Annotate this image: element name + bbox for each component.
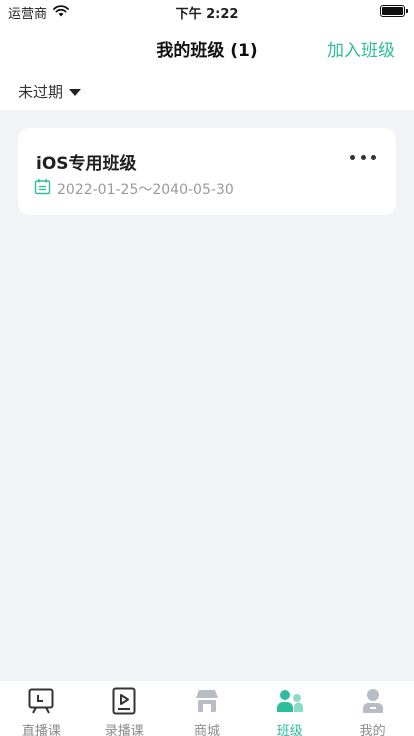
tab-label: 班级 (276, 724, 303, 736)
more-options-button[interactable] (350, 150, 376, 164)
battery-icon (380, 5, 408, 17)
tab-label: 商城 (193, 724, 220, 736)
battery-fill (382, 7, 403, 15)
class-name: iOS专用班级 (36, 154, 137, 174)
status-bar: 运营商 下午 2:22 (0, 0, 414, 22)
dot (360, 154, 366, 160)
tab-store[interactable]: 商城 (166, 681, 249, 736)
class-date-range: 2022-01-25～2040-05-30 (34, 178, 234, 199)
tab-label: 我的 (359, 724, 386, 736)
live-course-icon (27, 687, 55, 715)
filter-label: 未过期 (18, 83, 64, 101)
tab-class[interactable]: 班级 (248, 681, 331, 736)
status-time: 下午 2:22 (175, 7, 239, 22)
filter-dropdown[interactable]: 未过期 (18, 81, 82, 102)
dot (350, 154, 355, 160)
dot (371, 154, 376, 160)
tab-live-course[interactable]: 直播课 (0, 681, 83, 736)
caret-down-icon (69, 89, 82, 96)
calendar-icon (34, 178, 51, 199)
profile-icon (359, 687, 387, 715)
recorded-course-icon (110, 687, 138, 715)
tab-bar: 直播课 录播课 商城 班级 我的 (0, 681, 414, 736)
filter-bar: 未过期 (0, 72, 414, 110)
join-class-button[interactable]: 加入班级 (327, 36, 395, 61)
class-card[interactable]: iOS专用班级 2022-01-25～2040-05-30 (18, 128, 396, 215)
tab-label: 录播课 (104, 724, 144, 736)
store-icon (193, 687, 221, 715)
class-icon (276, 687, 304, 715)
date-range-text: 2022-01-25～2040-05-30 (57, 181, 234, 198)
nav-bar: 我的班级 (1) 加入班级 (0, 22, 414, 72)
tab-recorded-course[interactable]: 录播课 (83, 681, 166, 736)
tab-label: 直播课 (21, 724, 61, 736)
tab-profile[interactable]: 我的 (331, 681, 414, 736)
